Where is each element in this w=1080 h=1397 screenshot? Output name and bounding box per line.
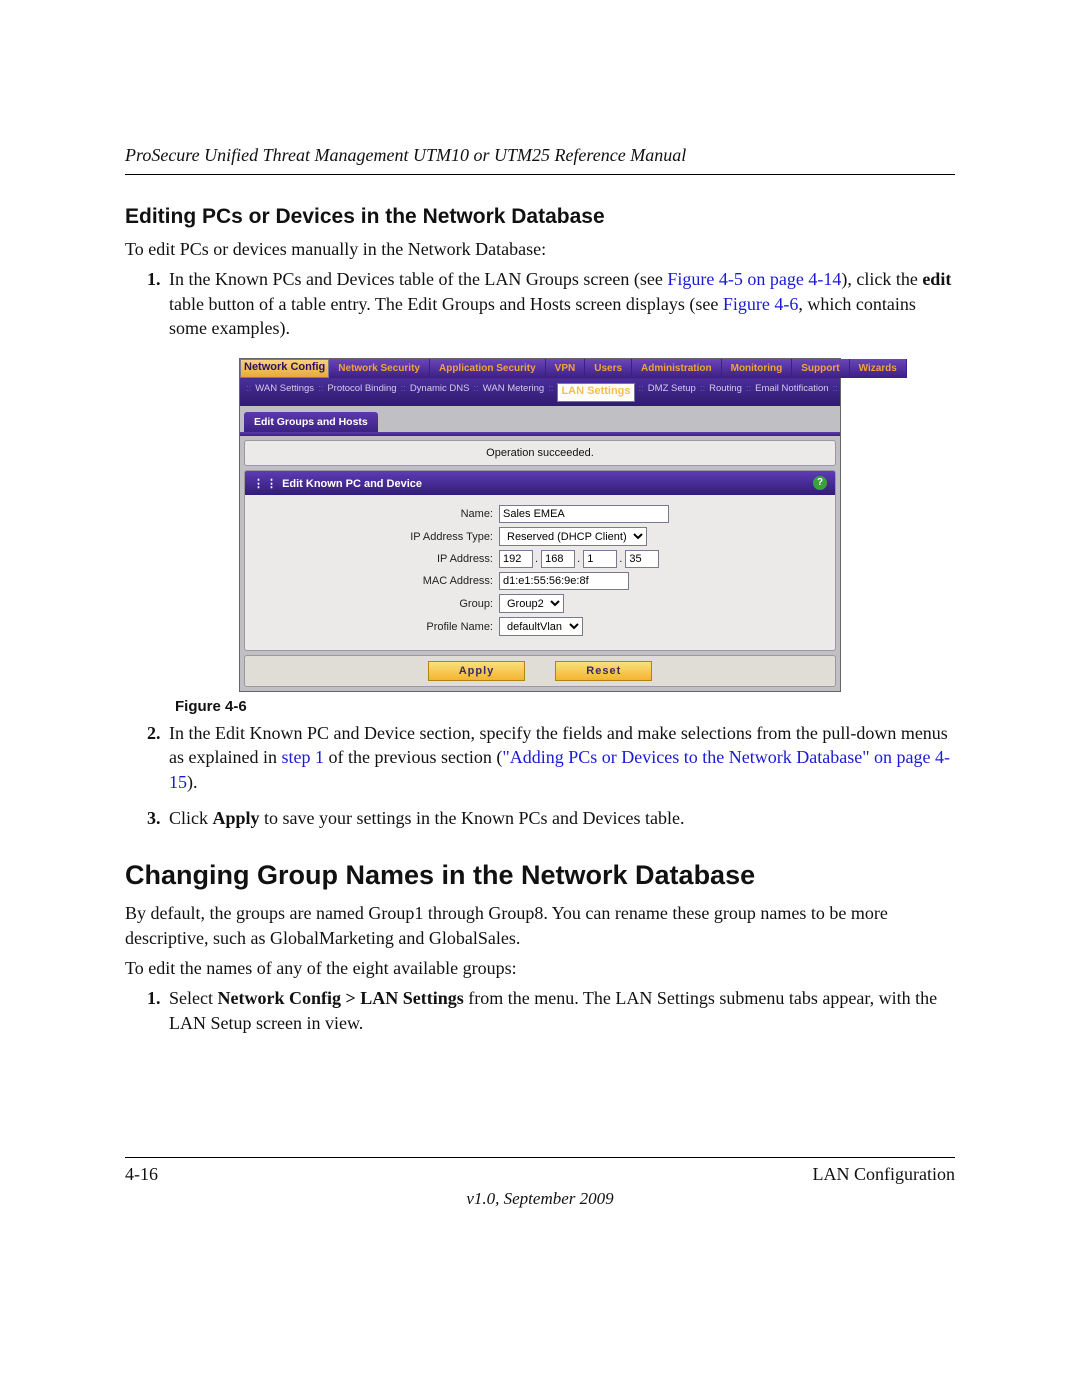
ip-octet-2[interactable] (541, 550, 575, 568)
link-fig4-5[interactable]: Figure 4-5 on page 4-14 (667, 269, 841, 289)
panel-title: ⋮⋮ Edit Known PC and Device (253, 477, 422, 490)
subtab-wan-settings[interactable]: WAN Settings (255, 383, 314, 402)
bstep-1: Select Network Config > LAN Settings fro… (165, 986, 955, 1035)
subtab-wan-metering[interactable]: WAN Metering (483, 383, 544, 402)
ip-octet-1[interactable] (499, 550, 533, 568)
name-input[interactable] (499, 505, 669, 523)
step-1: In the Known PCs and Devices table of th… (165, 267, 955, 340)
footer-version: v1.0, September 2009 (125, 1189, 955, 1209)
label-ip: IP Address: (293, 553, 499, 565)
tab-monitoring[interactable]: Monitoring (722, 359, 793, 378)
running-header: ProSecure Unified Threat Management UTM1… (125, 145, 955, 175)
tab-vpn[interactable]: VPN (546, 359, 586, 378)
label-name: Name: (293, 508, 499, 520)
sub-nav: ::WAN Settings ::Protocol Binding ::Dyna… (240, 379, 840, 406)
tab-network-security[interactable]: Network Security (329, 359, 430, 378)
status-message: Operation succeeded. (244, 440, 836, 466)
subtab-dmz-setup[interactable]: DMZ Setup (648, 383, 696, 402)
label-profile: Profile Name: (293, 621, 499, 633)
apply-button[interactable]: Apply (428, 661, 526, 681)
section-heading: Editing PCs or Devices in the Network Da… (125, 205, 955, 229)
subtab-routing[interactable]: Routing (709, 383, 742, 402)
tab-administration[interactable]: Administration (632, 359, 722, 378)
main-nav: Network Config Network Security Applicat… (240, 359, 840, 379)
screenshot-figure: Network Config Network Security Applicat… (239, 358, 841, 692)
step-3: Click Apply to save your settings in the… (165, 806, 955, 830)
link-step1[interactable]: step 1 (281, 747, 324, 767)
help-icon[interactable]: ? (813, 476, 827, 490)
tab-network-config[interactable]: Network Config (240, 359, 329, 378)
link-fig4-6[interactable]: Figure 4-6 (723, 294, 799, 314)
section-tab-edit-groups[interactable]: Edit Groups and Hosts (244, 412, 378, 432)
profile-select[interactable]: defaultVlan (499, 617, 583, 636)
step-2: In the Edit Known PC and Device section,… (165, 721, 955, 794)
footer-section: LAN Configuration (813, 1164, 955, 1185)
label-iptype: IP Address Type: (293, 531, 499, 543)
reset-button[interactable]: Reset (555, 661, 652, 681)
tab-users[interactable]: Users (585, 359, 632, 378)
ip-octet-4[interactable] (625, 550, 659, 568)
label-mac: MAC Address: (293, 575, 499, 587)
subtab-email-notification[interactable]: Email Notification (755, 383, 828, 402)
iptype-select[interactable]: Reserved (DHCP Client) (499, 527, 647, 546)
mac-input[interactable] (499, 572, 629, 590)
figure-caption: Figure 4-6 (175, 698, 955, 715)
intro-text: To edit PCs or devices manually in the N… (125, 237, 955, 261)
subtab-lan-settings[interactable]: LAN Settings (557, 383, 634, 402)
heading-changing-group-names: Changing Group Names in the Network Data… (125, 860, 955, 891)
para-default-groups: By default, the groups are named Group1 … (125, 901, 955, 950)
ip-octet-3[interactable] (583, 550, 617, 568)
tab-wizards[interactable]: Wizards (850, 359, 907, 378)
para-to-edit-names: To edit the names of any of the eight av… (125, 956, 955, 980)
edit-known-pc-panel: ⋮⋮ Edit Known PC and Device ? Name: IP A… (244, 470, 836, 651)
group-select[interactable]: Group2 (499, 594, 564, 613)
tab-application-security[interactable]: Application Security (430, 359, 546, 378)
footer-page-number: 4-16 (125, 1164, 158, 1185)
subtab-protocol-binding[interactable]: Protocol Binding (327, 383, 396, 402)
subtab-dynamic-dns[interactable]: Dynamic DNS (410, 383, 470, 402)
label-group: Group: (293, 598, 499, 610)
tab-support[interactable]: Support (792, 359, 849, 378)
